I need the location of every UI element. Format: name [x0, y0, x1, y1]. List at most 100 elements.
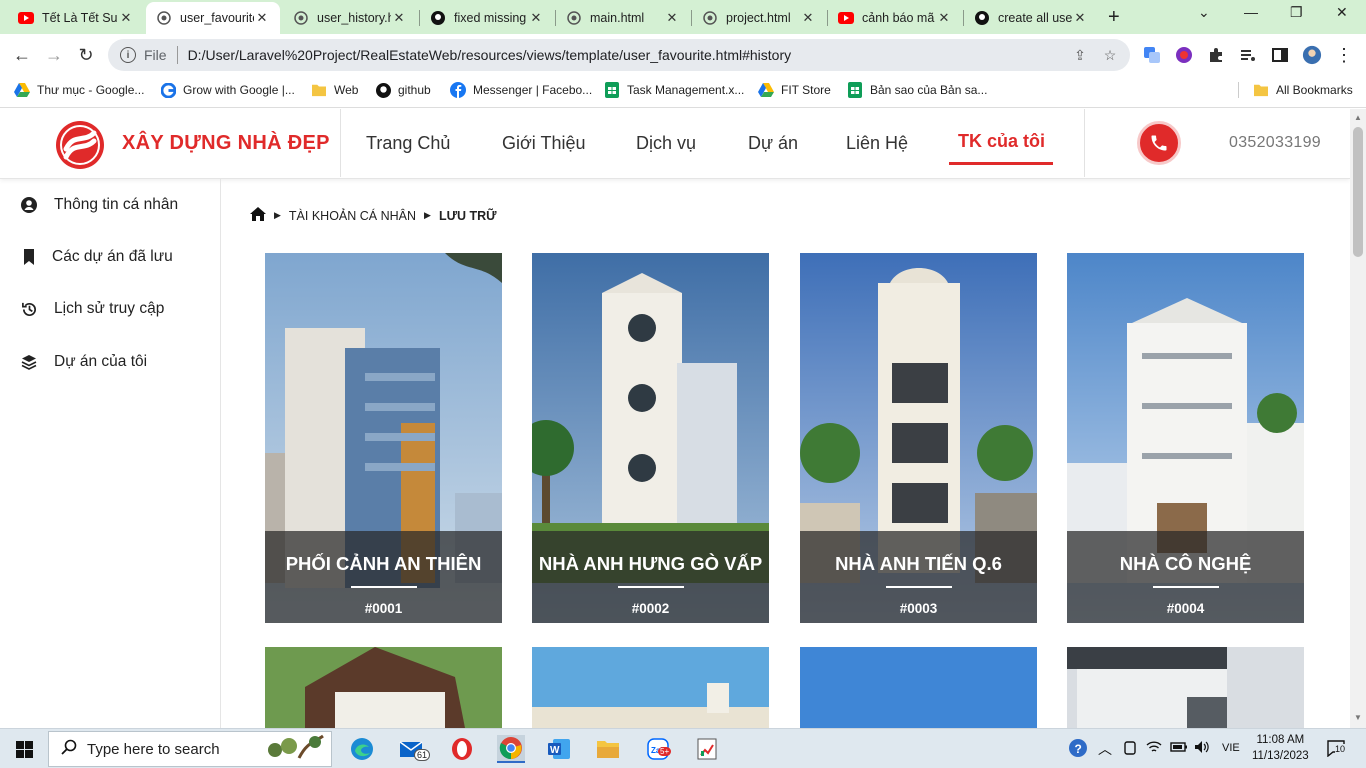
- nav-services[interactable]: Dịch vụ: [636, 133, 696, 154]
- scroll-up-icon[interactable]: ▲: [1354, 113, 1362, 122]
- close-window-button[interactable]: ✕: [1336, 4, 1348, 21]
- close-icon[interactable]: ✕: [528, 10, 544, 26]
- share-icon[interactable]: ⇪: [1070, 47, 1090, 64]
- star-icon[interactable]: ☆: [1100, 47, 1120, 64]
- page-scrollbar[interactable]: ▲ ▼: [1350, 109, 1366, 728]
- reload-button[interactable]: ↻: [74, 43, 98, 67]
- taskbar-search-box[interactable]: Type here to search: [48, 731, 332, 767]
- back-button[interactable]: ←: [10, 43, 34, 67]
- project-card[interactable]: [1067, 647, 1304, 728]
- close-icon[interactable]: ✕: [800, 10, 816, 26]
- all-bookmarks[interactable]: All Bookmarks: [1238, 82, 1353, 98]
- new-tab-button[interactable]: +: [1108, 6, 1120, 29]
- project-card[interactable]: PHỐI CẢNH AN THIÊN #0001: [265, 253, 502, 623]
- bookmark-item[interactable]: Web: [311, 82, 358, 98]
- clock-date: 11/13/2023: [1252, 750, 1309, 762]
- home-icon[interactable]: [250, 207, 266, 224]
- clock-time: 11:08 AM: [1256, 734, 1305, 746]
- notification-icon[interactable]: 10: [1326, 739, 1346, 760]
- title-underline: [351, 586, 417, 588]
- sidebar-item-history[interactable]: Lịch sử truy cập: [20, 300, 164, 318]
- bookmark-item[interactable]: Messenger | Facebo...: [450, 82, 592, 98]
- bookmark-item[interactable]: Bản sao của Bản sa...: [847, 82, 987, 98]
- close-icon[interactable]: ✕: [936, 10, 952, 26]
- project-card[interactable]: [265, 647, 502, 728]
- nav-contact[interactable]: Liên Hệ: [846, 133, 908, 154]
- nav-about[interactable]: Giới Thiệu: [502, 133, 586, 154]
- phone-call-button[interactable]: [1137, 121, 1181, 165]
- project-card[interactable]: [532, 647, 769, 728]
- close-icon[interactable]: ✕: [118, 10, 134, 26]
- taskbar-app-explorer[interactable]: [594, 735, 622, 763]
- project-card[interactable]: NHÀ CÔ NGHỆ #0004: [1067, 253, 1304, 623]
- nav-projects[interactable]: Dự án: [748, 133, 798, 154]
- tab-7[interactable]: create all use ✕: [964, 2, 1098, 34]
- restore-button[interactable]: ❐: [1290, 4, 1303, 21]
- bookmark-label: Web: [334, 83, 359, 97]
- sidebar-item-profile[interactable]: Thông tin cá nhân: [20, 196, 178, 214]
- profile-avatar-icon[interactable]: [1302, 45, 1322, 65]
- taskbar-app-word[interactable]: W: [545, 735, 573, 763]
- nav-home[interactable]: Trang Chủ: [366, 133, 450, 154]
- tab-0[interactable]: Tết Là Tết Sum ✕: [8, 2, 144, 34]
- sheets-icon: [847, 82, 863, 98]
- side-panel-icon[interactable]: [1270, 45, 1290, 65]
- system-clock[interactable]: 11:08 AM 11/13/2023: [1252, 732, 1309, 764]
- minimize-button[interactable]: —: [1244, 4, 1258, 20]
- translate-extension-icon[interactable]: [1142, 45, 1162, 65]
- sidebar-item-my-projects[interactable]: Dự án của tôi: [20, 353, 147, 371]
- project-card[interactable]: NHÀ ANH HƯNG GÒ VẤP #0002: [532, 253, 769, 623]
- extension-circle-icon[interactable]: [1174, 45, 1194, 65]
- bookmark-item[interactable]: github: [375, 82, 431, 98]
- nav-my-account[interactable]: TK của tôi: [958, 131, 1045, 152]
- tab-3[interactable]: fixed missing ✕: [420, 2, 554, 34]
- scroll-down-icon[interactable]: ▼: [1354, 713, 1362, 722]
- bookmark-item[interactable]: Task Management.x...: [604, 82, 744, 98]
- help-icon[interactable]: ?: [1068, 738, 1088, 761]
- chevron-up-icon[interactable]: ︿: [1098, 739, 1112, 759]
- caret-right-icon: ▶: [274, 210, 281, 220]
- language-indicator[interactable]: VIE: [1222, 742, 1240, 754]
- bookmark-item[interactable]: Grow with Google |...: [160, 82, 295, 98]
- tab-search-chevron-icon[interactable]: ⌄: [1198, 4, 1210, 21]
- project-card[interactable]: NHÀ ANH TIẾN Q.6 #0003: [800, 253, 1037, 623]
- taskbar-app-opera[interactable]: [448, 735, 476, 763]
- sidebar-item-saved-projects[interactable]: Các dự án đã lưu: [20, 248, 173, 266]
- taskbar-app-zalo[interactable]: Zalo 5+: [644, 735, 672, 763]
- url-text[interactable]: D:/User/Laravel%20Project/RealEstateWeb/…: [188, 47, 1070, 63]
- breadcrumb-account[interactable]: TÀI KHOẢN CÁ NHÂN: [289, 209, 416, 223]
- phone-number[interactable]: 0352033199: [1229, 134, 1321, 152]
- wifi-icon[interactable]: [1146, 740, 1162, 757]
- volume-icon[interactable]: [1194, 740, 1210, 757]
- forward-button[interactable]: →: [42, 43, 66, 67]
- tab-5[interactable]: project.html ✕: [692, 2, 826, 34]
- taskbar-app-edge[interactable]: [348, 735, 376, 763]
- battery-icon[interactable]: [1170, 740, 1188, 757]
- bookmark-item[interactable]: FIT Store: [758, 82, 831, 98]
- taskbar-app-chrome[interactable]: [497, 735, 525, 763]
- tab-1[interactable]: user_favourite ✕: [146, 2, 280, 34]
- brand-logo-icon[interactable]: [54, 119, 106, 171]
- project-card[interactable]: [800, 647, 1037, 728]
- close-icon[interactable]: ✕: [391, 10, 407, 26]
- tab-2[interactable]: user_history.h ✕: [283, 2, 417, 34]
- device-icon[interactable]: [1122, 740, 1138, 759]
- brand-name[interactable]: XÂY DỰNG NHÀ ĐẸP: [122, 132, 330, 155]
- extensions-puzzle-icon[interactable]: [1206, 45, 1226, 65]
- tab-6[interactable]: cảnh báo mã ✕: [828, 2, 962, 34]
- reading-list-icon[interactable]: [1238, 45, 1258, 65]
- menu-kebab-icon[interactable]: ⋮: [1334, 45, 1354, 65]
- close-icon[interactable]: ✕: [664, 10, 680, 26]
- scrollbar-thumb[interactable]: [1353, 127, 1363, 257]
- globe-icon: [156, 10, 172, 26]
- windows-start-icon[interactable]: [16, 741, 33, 763]
- tab-4[interactable]: main.html ✕: [556, 2, 690, 34]
- info-icon[interactable]: i: [120, 47, 136, 63]
- bookmark-item[interactable]: Thư mục - Google...: [14, 82, 144, 98]
- close-icon[interactable]: ✕: [254, 10, 270, 26]
- project-title: NHÀ CÔ NGHỆ: [1119, 553, 1252, 574]
- taskbar-app-mail[interactable]: 61: [398, 735, 431, 763]
- address-bar[interactable]: i File D:/User/Laravel%20Project/RealEst…: [108, 39, 1130, 71]
- close-icon[interactable]: ✕: [1072, 10, 1088, 26]
- taskbar-app-sheets[interactable]: [693, 735, 721, 763]
